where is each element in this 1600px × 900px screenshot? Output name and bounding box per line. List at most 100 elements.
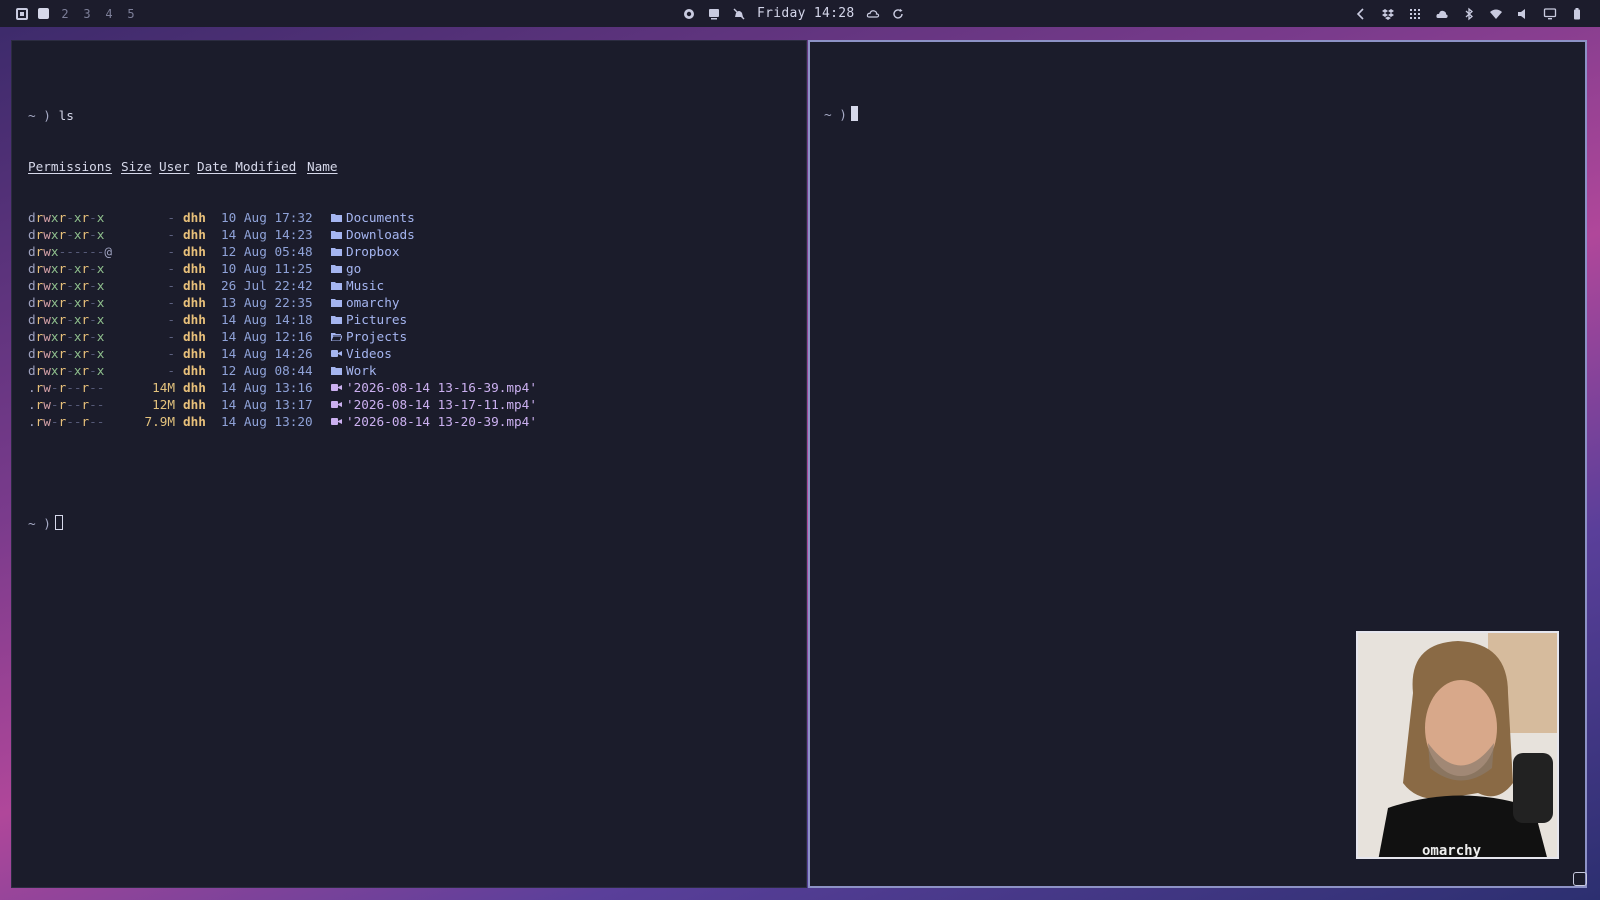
bluetooth-icon[interactable] [1462, 7, 1476, 21]
center-status: Friday 14:28 [682, 0, 905, 27]
terminal-left[interactable]: ~ ) ls Permissions Size User Date Modifi… [11, 40, 807, 888]
ls-row: drwxr-xr-x - dhh 14 Aug 14:23 Downloads [28, 226, 537, 243]
prompt: ~ ) [28, 108, 51, 123]
permissions-cell: .rw-r--r-- [28, 414, 105, 429]
name-cell: Dropbox [331, 243, 399, 260]
name-cell: '2026-08-14 13-17-11.mp4' [331, 396, 537, 413]
file-name: Documents [346, 210, 415, 225]
person-image: omarchy [1358, 633, 1557, 859]
user-cell: dhh [183, 261, 206, 276]
wifi-icon[interactable] [1489, 7, 1503, 21]
name-cell: Documents [331, 209, 415, 226]
file-name: Dropbox [346, 244, 400, 259]
name-cell: go [331, 260, 361, 277]
ls-row: drwxr-xr-x - dhh 10 Aug 17:32 Documents [28, 209, 537, 226]
date-cell: 10 Aug 17:32 [221, 210, 313, 225]
user-cell: dhh [183, 414, 206, 429]
volume-icon[interactable] [1516, 7, 1530, 21]
ls-row: drwxr-xr-x - dhh 10 Aug 11:25 go [28, 260, 537, 277]
file-name: '2026-08-14 13-16-39.mp4' [346, 380, 537, 395]
keyboard-icon[interactable] [707, 7, 721, 21]
folder-icon [331, 277, 342, 294]
workspace-4[interactable]: 4 [103, 7, 115, 21]
date-cell: 13 Aug 22:35 [221, 295, 313, 310]
date-cell: 14 Aug 13:16 [221, 380, 313, 395]
folder-icon [331, 294, 342, 311]
folder-icon [331, 226, 342, 243]
date-cell: 26 Jul 22:42 [221, 278, 313, 293]
ls-row: drwxr-xr-x - dhh 13 Aug 22:35 omarchy [28, 294, 537, 311]
refresh-icon[interactable] [891, 7, 905, 21]
battery-icon[interactable] [1570, 7, 1584, 21]
user-cell: dhh [183, 329, 206, 344]
terminal-right-content: ~ ) [824, 72, 858, 157]
bell-off-icon[interactable] [732, 7, 746, 21]
file-name: Work [346, 363, 377, 378]
chevron-left-icon[interactable] [1354, 7, 1368, 21]
workspace-2[interactable]: 2 [59, 7, 71, 21]
user-cell: dhh [183, 244, 206, 259]
folder-icon [331, 243, 342, 260]
ls-row: .rw-r--r-- 7.9M dhh 14 Aug 13:20 '2026-08-14… [28, 413, 537, 430]
name-cell: Downloads [331, 226, 415, 243]
ls-row: drwx------@ - dhh 12 Aug 05:48 Dropbox [28, 243, 537, 260]
cloud-sync-icon[interactable] [1435, 7, 1449, 21]
name-cell: Projects [331, 328, 407, 345]
name-cell: omarchy [331, 294, 399, 311]
size-cell: - [167, 363, 175, 378]
file-name: go [346, 261, 362, 276]
ls-row: drwxr-xr-x - dhh 26 Jul 22:42 Music [28, 277, 537, 294]
permissions-cell: drwx------@ [28, 244, 113, 259]
date-cell: 12 Aug 08:44 [221, 363, 313, 378]
user-cell: dhh [183, 278, 206, 293]
system-tray [1354, 0, 1584, 27]
date-cell: 12 Aug 05:48 [221, 244, 313, 259]
date-cell: 14 Aug 14:23 [221, 227, 313, 242]
folder-open-icon [331, 328, 342, 345]
cursor [850, 106, 858, 121]
folder-icon [331, 260, 342, 277]
permissions-cell: drwxr-xr-x [28, 295, 105, 310]
ls-header-row: Permissions Size User Date Modified Name [28, 158, 537, 175]
user-cell: dhh [183, 295, 206, 310]
screenshot-icon[interactable] [1573, 872, 1587, 886]
workspace-5[interactable]: 5 [125, 7, 137, 21]
ls-row: .rw-r--r-- 12M dhh 14 Aug 13:17 '2026-08-14 … [28, 396, 537, 413]
size-cell: - [167, 295, 175, 310]
date-cell: 14 Aug 14:18 [221, 312, 313, 327]
name-cell: '2026-08-14 13-16-39.mp4' [331, 379, 537, 396]
permissions-cell: .rw-r--r-- [28, 380, 105, 395]
folder-icon [331, 311, 342, 328]
date-cell: 14 Aug 13:17 [221, 397, 313, 412]
shirt-text: omarchy [1422, 843, 1482, 859]
ls-row: .rw-r--r-- 14M dhh 14 Aug 13:16 '2026-08-14 … [28, 379, 537, 396]
header-date-modified: Date Modified [197, 159, 297, 174]
grid-icon[interactable] [1408, 7, 1422, 21]
folder-icon [331, 362, 342, 379]
dropbox-icon[interactable] [1381, 7, 1395, 21]
name-cell: Pictures [331, 311, 407, 328]
ls-row: drwxr-xr-x - dhh 12 Aug 08:44 Work [28, 362, 537, 379]
file-name: Videos [346, 346, 392, 361]
workspace-3[interactable]: 3 [81, 7, 93, 21]
layout-icon[interactable] [16, 7, 28, 20]
clock[interactable]: Friday 14:28 [757, 6, 855, 21]
header-name: Name [307, 159, 338, 174]
name-cell: Videos [331, 345, 392, 362]
final-prompt: ~ ) [28, 516, 51, 531]
record-icon[interactable] [682, 7, 696, 21]
name-cell: Music [331, 277, 384, 294]
user-cell: dhh [183, 227, 206, 242]
ls-row: drwxr-xr-x - dhh 14 Aug 12:16 Projects [28, 328, 537, 345]
header-size: Size [121, 159, 152, 174]
workspace-1-active[interactable] [38, 8, 49, 19]
video-icon [331, 345, 342, 362]
display-icon[interactable] [1543, 7, 1557, 21]
file-name: Music [346, 278, 385, 293]
size-cell: - [167, 244, 175, 259]
user-cell: dhh [183, 210, 206, 225]
size-cell: - [167, 227, 175, 242]
workspace-switcher: 2 3 4 5 [16, 0, 137, 27]
permissions-cell: drwxr-xr-x [28, 346, 105, 361]
cloud-icon[interactable] [866, 7, 880, 21]
